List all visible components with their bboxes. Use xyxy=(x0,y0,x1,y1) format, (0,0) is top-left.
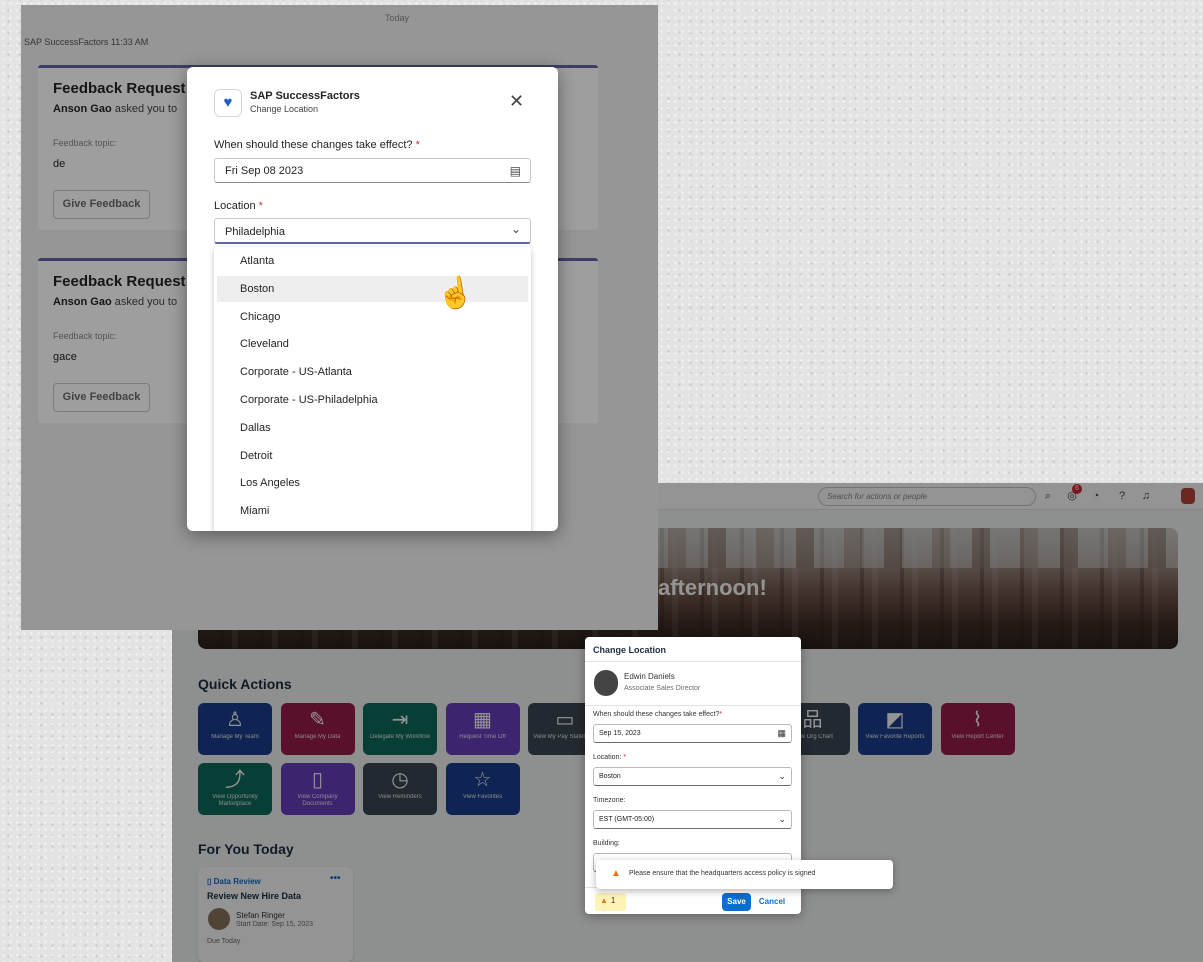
warning-icon: ▲ xyxy=(600,896,608,905)
timezone-select[interactable]: EST (GMT-05:00) ⌄ xyxy=(593,810,792,829)
warning-popover: ▲ Please ensure that the headquarters ac… xyxy=(596,860,893,889)
chevron-down-icon: ⌄ xyxy=(510,222,521,236)
location-option[interactable]: Detroit xyxy=(217,443,528,469)
close-icon[interactable]: ✕ xyxy=(509,91,524,112)
location-option[interactable]: Cleveland xyxy=(217,331,528,357)
chevron-down-icon: ⌄ xyxy=(778,814,786,824)
location-option[interactable]: Corporate - US-Atlanta xyxy=(217,359,528,385)
warning-message: Please ensure that the headquarters acce… xyxy=(629,870,816,877)
employee-name: Edwin Daniels xyxy=(624,672,675,681)
app-name: SAP SuccessFactors xyxy=(250,90,360,102)
building-label: Building: xyxy=(593,840,620,847)
warning-button[interactable]: ▲ 1 xyxy=(595,893,626,911)
sap-heart-icon: ♥ xyxy=(214,89,242,117)
location-option[interactable]: Atlanta xyxy=(217,248,528,274)
divider xyxy=(585,661,801,662)
location-option[interactable]: Dallas xyxy=(217,415,528,441)
divider xyxy=(585,705,801,706)
effective-date-field[interactable]: Sep 15, 2023 ▦ xyxy=(593,724,792,743)
location-option[interactable]: Los Angeles xyxy=(217,470,528,496)
change-location-modal: ♥ SAP SuccessFactors Change Location ✕ W… xyxy=(187,67,558,531)
timezone-label: Timezone: xyxy=(593,797,626,804)
location-label: Location: * xyxy=(593,754,627,761)
chevron-down-icon: ⌄ xyxy=(778,771,786,781)
hand-pointer-icon: ☝ xyxy=(434,274,477,313)
modal-subtitle: Change Location xyxy=(250,104,319,114)
location-options-list: Atlanta Boston Chicago Cleveland Corporate -… xyxy=(214,247,531,531)
warning-icon: ▲ xyxy=(611,868,621,879)
location-select[interactable]: Boston ⌄ xyxy=(593,767,792,786)
effective-date-label: When should these changes take effect? * xyxy=(214,139,420,151)
location-option[interactable]: Corporate - US-Philadelphia xyxy=(217,387,528,413)
cancel-button[interactable]: Cancel xyxy=(757,893,787,911)
location-dropdown[interactable]: Philadelphia ⌄ xyxy=(214,218,531,244)
effective-date-label: When should these changes take effect?* xyxy=(593,711,723,718)
employee-avatar xyxy=(594,670,618,696)
location-option[interactable]: Miami xyxy=(217,498,528,524)
location-label: Location * xyxy=(214,200,263,212)
calendar-icon[interactable]: ▦ xyxy=(777,728,786,739)
dialog-title: Change Location xyxy=(593,645,667,655)
location-option[interactable]: Chicago xyxy=(217,304,528,330)
save-button[interactable]: Save xyxy=(722,893,751,911)
calendar-icon[interactable]: ▤ xyxy=(510,164,521,178)
location-option[interactable]: Boston xyxy=(217,275,528,302)
effective-date-input[interactable]: Fri Sep 08 2023 ▤ xyxy=(214,158,531,183)
employee-role: Associate Sales Director xyxy=(624,685,701,692)
